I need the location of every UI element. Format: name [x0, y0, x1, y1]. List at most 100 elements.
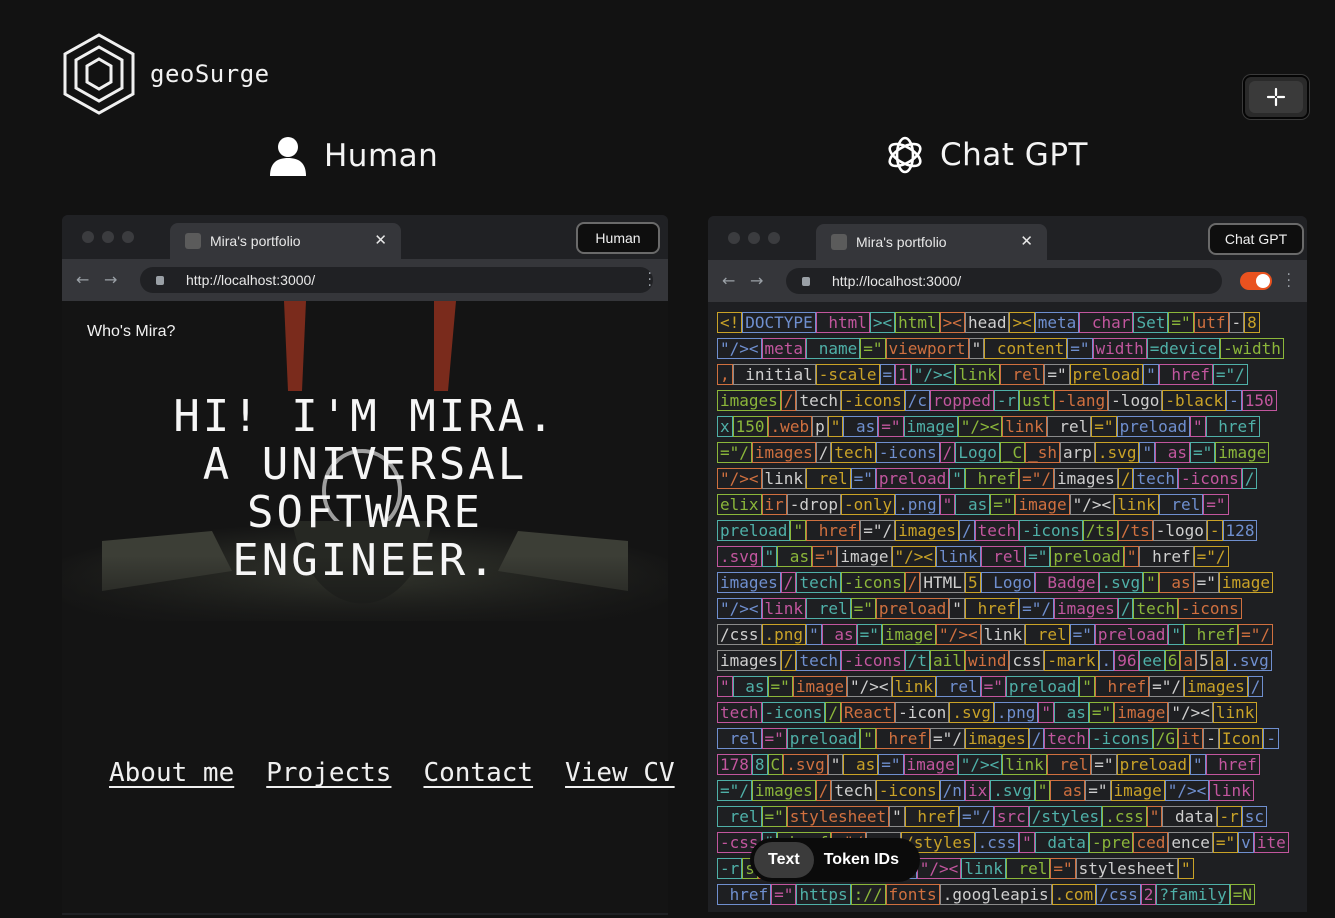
- token: ": [1146, 806, 1163, 827]
- browser-tab[interactable]: Mira's portfolio ✕: [170, 223, 401, 259]
- browser-tab[interactable]: Mira's portfolio ✕: [816, 224, 1047, 260]
- text-mode-button[interactable]: Text: [754, 842, 814, 878]
- token: Logo: [980, 572, 1035, 593]
- token: =": [1212, 832, 1239, 853]
- token: .svg: [990, 780, 1035, 801]
- token: /: [1028, 728, 1045, 749]
- token-line: "/>< link rel =" preload " href ="/images / tec…: [717, 466, 1302, 492]
- favicon-icon: [831, 234, 847, 250]
- back-arrow-icon[interactable]: ←: [722, 271, 735, 290]
- token: =": [1091, 416, 1117, 437]
- menu-dots-icon[interactable]: · · ·: [1287, 268, 1291, 294]
- token: -drop: [786, 494, 841, 515]
- token: 150: [732, 416, 768, 437]
- token: preload: [1005, 676, 1080, 697]
- token: as: [843, 754, 879, 775]
- token: ="/: [1238, 624, 1274, 645]
- token: 5: [964, 572, 981, 593]
- token: .css: [1102, 806, 1147, 827]
- view-cv-link[interactable]: View CV: [565, 758, 675, 788]
- token: 8: [751, 754, 768, 775]
- token: React: [840, 702, 896, 723]
- fullscreen-toggle-button[interactable]: [1243, 75, 1309, 119]
- token: tech: [1133, 598, 1178, 619]
- token: head: [964, 312, 1010, 333]
- address-bar[interactable]: http://localhost:3000/: [786, 268, 1222, 294]
- token: -icons: [1177, 598, 1242, 619]
- close-tab-icon[interactable]: ✕: [1020, 232, 1033, 250]
- token-line: , initial -scale = 1 "/>< link rel =" preload " …: [717, 362, 1302, 388]
- token: C: [767, 754, 784, 775]
- token: utf: [1193, 312, 1229, 333]
- token: char: [1079, 312, 1134, 333]
- token: image: [1215, 442, 1270, 463]
- token: image: [903, 416, 958, 437]
- token: link: [761, 468, 807, 489]
- token: image: [1114, 702, 1169, 723]
- token: ": [1038, 702, 1055, 723]
- close-tab-icon[interactable]: ✕: [374, 231, 387, 249]
- token: /: [958, 520, 975, 541]
- token: images: [1054, 468, 1118, 489]
- token: =N: [1229, 884, 1256, 905]
- token: tech: [974, 520, 1020, 541]
- token: ced: [1133, 832, 1169, 853]
- token: a: [1180, 650, 1196, 671]
- token-line: tech -icons / React -icon .svg .png " as =" image…: [717, 700, 1302, 726]
- token: fonts: [885, 884, 940, 905]
- token: "/><: [891, 546, 937, 567]
- token: as: [1158, 572, 1194, 593]
- tab-title: Mira's portfolio: [210, 233, 301, 249]
- collapse-arrows-icon: [1266, 87, 1286, 107]
- token: image: [1110, 780, 1165, 801]
- token: preload: [1116, 416, 1190, 437]
- token-line: images / tech -icons/c ropped -r ust -lang -logo…: [717, 388, 1302, 414]
- person-icon: [270, 137, 306, 176]
- back-arrow-icon[interactable]: ←: [76, 270, 89, 289]
- projects-link[interactable]: Projects: [266, 758, 391, 788]
- tab-title: Mira's portfolio: [856, 234, 947, 250]
- token: _sh: [1025, 442, 1061, 463]
- token: /: [1117, 468, 1134, 489]
- token: /: [1117, 598, 1134, 619]
- token: =: [879, 364, 896, 385]
- token: image: [792, 676, 847, 697]
- token-ids-mode-button[interactable]: Token IDs: [814, 851, 909, 869]
- token: /: [780, 390, 797, 411]
- hero-line: HI! I'M MIRA.: [173, 391, 557, 442]
- forward-arrow-icon[interactable]: →: [750, 271, 763, 290]
- token: ": [1139, 442, 1156, 463]
- token: -icons: [840, 572, 905, 593]
- token: link: [936, 546, 981, 567]
- token: rel: [999, 364, 1045, 385]
- contact-link[interactable]: Contact: [423, 758, 533, 788]
- token: ?family: [1156, 884, 1230, 905]
- tokenizer-toggle[interactable]: [1240, 272, 1272, 290]
- token: =": [761, 806, 787, 827]
- token: -: [1263, 728, 1280, 749]
- token: Icon: [1218, 728, 1264, 749]
- token: =": [860, 338, 886, 359]
- window-controls[interactable]: [82, 231, 134, 243]
- address-bar[interactable]: http://localhost:3000/: [140, 267, 653, 293]
- token: /: [1241, 468, 1258, 489]
- token-line: /css .png " as =" image "/>< link rel =" preload…: [717, 622, 1302, 648]
- token: elix: [717, 494, 762, 515]
- about-me-link[interactable]: About me: [109, 758, 234, 788]
- forward-arrow-icon[interactable]: →: [104, 270, 117, 289]
- token: rel: [1046, 754, 1092, 775]
- token: ail: [930, 650, 965, 671]
- token: 96: [1114, 650, 1140, 671]
- token: ir: [761, 494, 787, 515]
- token: src: [993, 806, 1029, 827]
- token: x: [717, 416, 733, 437]
- openai-logo-icon: [888, 136, 922, 174]
- token: ": [1177, 858, 1194, 879]
- token: .svg: [1098, 572, 1144, 593]
- token: ><: [869, 312, 896, 333]
- menu-dots-icon[interactable]: · · ·: [648, 267, 652, 293]
- window-controls[interactable]: [728, 232, 780, 244]
- nav-title-whos-mira[interactable]: Who's Mira?: [87, 323, 175, 341]
- token: =": [1190, 442, 1216, 463]
- token: /: [825, 702, 841, 723]
